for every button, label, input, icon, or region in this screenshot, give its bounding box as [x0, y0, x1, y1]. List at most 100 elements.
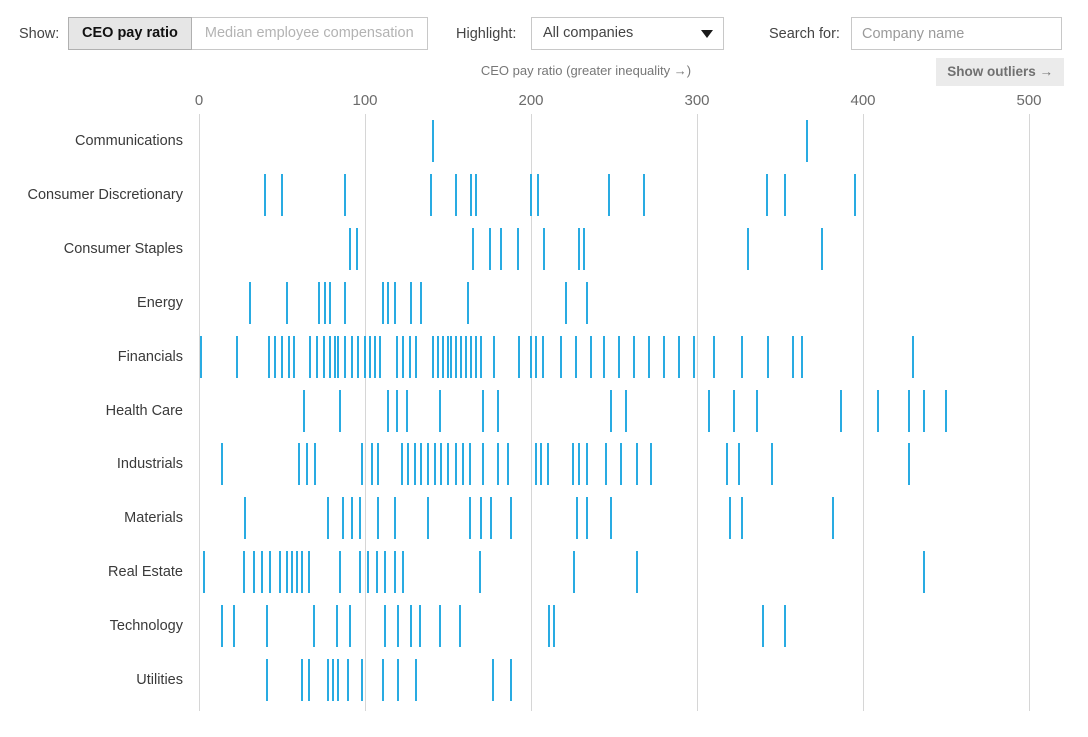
data-mark[interactable]	[397, 605, 400, 648]
data-mark[interactable]	[377, 443, 380, 486]
data-mark[interactable]	[548, 605, 551, 648]
data-mark[interactable]	[295, 551, 298, 594]
data-mark[interactable]	[438, 389, 441, 432]
data-mark[interactable]	[438, 605, 441, 648]
data-mark[interactable]	[636, 443, 639, 486]
data-mark[interactable]	[402, 335, 405, 378]
data-mark[interactable]	[307, 659, 310, 701]
data-mark[interactable]	[908, 389, 911, 432]
data-mark[interactable]	[327, 497, 330, 540]
data-mark[interactable]	[534, 335, 537, 378]
data-mark[interactable]	[732, 389, 735, 432]
data-mark[interactable]	[470, 335, 473, 378]
data-mark[interactable]	[410, 281, 413, 324]
data-mark[interactable]	[911, 335, 914, 378]
data-mark[interactable]	[437, 335, 440, 378]
data-mark[interactable]	[586, 281, 589, 324]
data-mark[interactable]	[447, 335, 449, 378]
data-mark[interactable]	[619, 443, 622, 486]
data-mark[interactable]	[923, 389, 926, 432]
data-mark[interactable]	[368, 335, 371, 378]
data-mark[interactable]	[518, 335, 521, 378]
data-mark[interactable]	[783, 173, 786, 216]
data-mark[interactable]	[737, 443, 740, 486]
data-mark[interactable]	[387, 281, 390, 324]
data-mark[interactable]	[244, 497, 247, 540]
data-mark[interactable]	[410, 605, 413, 648]
data-mark[interactable]	[329, 335, 332, 378]
data-mark[interactable]	[510, 497, 513, 540]
data-mark[interactable]	[327, 659, 330, 701]
data-mark[interactable]	[274, 335, 277, 378]
data-mark[interactable]	[427, 497, 430, 540]
data-mark[interactable]	[266, 659, 269, 701]
data-mark[interactable]	[432, 335, 435, 378]
data-mark[interactable]	[335, 605, 338, 648]
data-mark[interactable]	[447, 443, 449, 486]
data-mark[interactable]	[402, 551, 405, 594]
toggle-ceo-pay-ratio[interactable]: CEO pay ratio	[68, 17, 192, 50]
data-mark[interactable]	[543, 227, 546, 270]
data-mark[interactable]	[481, 443, 484, 486]
data-mark[interactable]	[491, 659, 494, 701]
data-mark[interactable]	[407, 443, 410, 486]
data-mark[interactable]	[334, 335, 337, 378]
data-mark[interactable]	[450, 335, 453, 378]
data-mark[interactable]	[583, 227, 586, 270]
data-mark[interactable]	[534, 443, 537, 486]
data-mark[interactable]	[383, 605, 386, 648]
data-mark[interactable]	[302, 389, 305, 432]
data-mark[interactable]	[300, 659, 303, 701]
data-mark[interactable]	[267, 335, 270, 378]
data-mark[interactable]	[559, 335, 562, 378]
data-mark[interactable]	[400, 443, 403, 486]
data-mark[interactable]	[395, 389, 398, 432]
data-mark[interactable]	[770, 443, 773, 486]
data-mark[interactable]	[314, 443, 317, 486]
data-mark[interactable]	[642, 173, 645, 216]
data-mark[interactable]	[539, 443, 542, 486]
data-mark[interactable]	[383, 551, 386, 594]
data-mark[interactable]	[393, 281, 396, 324]
data-mark[interactable]	[249, 281, 252, 324]
data-mark[interactable]	[395, 335, 398, 378]
data-mark[interactable]	[740, 335, 743, 378]
data-mark[interactable]	[755, 389, 758, 432]
data-mark[interactable]	[408, 335, 411, 378]
data-mark[interactable]	[393, 497, 396, 540]
data-mark[interactable]	[506, 443, 509, 486]
data-mark[interactable]	[364, 335, 366, 378]
data-mark[interactable]	[337, 659, 340, 701]
data-mark[interactable]	[290, 551, 293, 594]
data-mark[interactable]	[792, 335, 795, 378]
data-mark[interactable]	[765, 173, 768, 216]
data-mark[interactable]	[221, 443, 224, 486]
data-mark[interactable]	[603, 335, 606, 378]
data-mark[interactable]	[347, 659, 350, 701]
data-mark[interactable]	[300, 551, 303, 594]
data-mark[interactable]	[586, 443, 589, 486]
data-mark[interactable]	[415, 659, 418, 701]
data-mark[interactable]	[433, 443, 436, 486]
data-mark[interactable]	[360, 443, 363, 486]
data-mark[interactable]	[305, 443, 308, 486]
data-mark[interactable]	[692, 335, 695, 378]
data-mark[interactable]	[360, 659, 363, 701]
data-mark[interactable]	[221, 605, 224, 648]
data-mark[interactable]	[578, 443, 581, 486]
data-mark[interactable]	[747, 227, 750, 270]
data-mark[interactable]	[647, 335, 650, 378]
data-mark[interactable]	[281, 173, 283, 216]
data-mark[interactable]	[420, 443, 423, 486]
data-mark[interactable]	[440, 443, 443, 486]
data-mark[interactable]	[762, 605, 765, 648]
data-mark[interactable]	[382, 281, 385, 324]
search-input[interactable]	[852, 18, 1061, 49]
data-mark[interactable]	[510, 659, 513, 701]
data-mark[interactable]	[488, 227, 491, 270]
data-mark[interactable]	[649, 443, 652, 486]
data-mark[interactable]	[269, 551, 272, 594]
data-mark[interactable]	[418, 605, 421, 648]
data-mark[interactable]	[800, 335, 803, 378]
data-mark[interactable]	[375, 551, 378, 594]
